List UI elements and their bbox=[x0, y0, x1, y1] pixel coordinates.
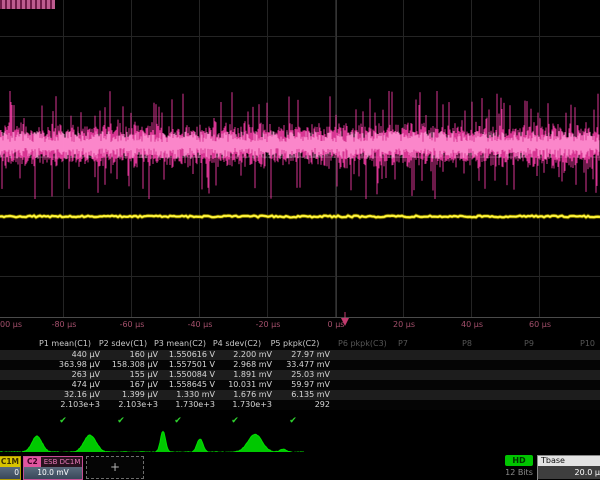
measurement-table-header: P1 mean(C1)P2 sdev(C1)P3 mean(C2)P4 sdev… bbox=[0, 338, 600, 349]
measure-cell: 25.03 mV bbox=[260, 370, 330, 379]
c2-coupling-tag: ESB DC1M bbox=[41, 458, 81, 466]
channel-c1-descriptor[interactable]: C1M 0 mV bbox=[0, 456, 21, 480]
measure-header-dim-8[interactable]: P8 bbox=[462, 339, 472, 348]
measurement-status-row: ✔ ✔ ✔ ✔ ✔ bbox=[0, 414, 600, 426]
measure-cell: 27.97 mV bbox=[260, 350, 330, 359]
measure-row: 32.16 µV1.399 µV1.330 mV1.676 mV6.135 mV bbox=[0, 390, 600, 400]
c1-volts-per-div: 0 mV bbox=[0, 467, 20, 479]
timebase-descriptor[interactable]: Tbase 20.0 µ bbox=[537, 455, 600, 480]
channel-c2-descriptor[interactable]: C2 ESB DC1M 10.0 mV bbox=[23, 456, 83, 480]
hd-bits-label: 12 Bits bbox=[502, 468, 536, 477]
c2-label: C2 bbox=[24, 457, 41, 467]
status-check-icon: ✔ bbox=[231, 416, 239, 426]
measure-cell: 292 bbox=[260, 400, 330, 409]
timebase-value: 20.0 µ bbox=[538, 466, 600, 479]
c1-coupling-tag: C1M bbox=[0, 457, 20, 467]
plus-icon: + bbox=[110, 460, 120, 474]
add-trace-button[interactable]: + bbox=[86, 456, 144, 479]
measure-header-dim-6[interactable]: P6 pkpk(C3) bbox=[338, 339, 387, 348]
c2-volts-per-div: 10.0 mV bbox=[24, 467, 82, 479]
measure-header-dim-10[interactable]: P10 bbox=[580, 339, 595, 348]
measure-header-5[interactable]: P5 pkpk(C2) bbox=[260, 339, 330, 348]
measure-cell: 59.97 mV bbox=[260, 380, 330, 389]
measure-row: 474 µV167 µV1.558645 V10.031 mV59.97 mV bbox=[0, 380, 600, 390]
status-check-icon: ✔ bbox=[174, 416, 182, 426]
status-check-icon: ✔ bbox=[289, 416, 297, 426]
timebase-title: Tbase bbox=[538, 456, 600, 466]
measure-row: 2.103e+32.103e+31.730e+31.730e+3292 bbox=[0, 400, 600, 410]
oscilloscope-screen: 00 µs-80 µs-60 µs-40 µs-20 µs0 µs20 µs40… bbox=[0, 0, 600, 480]
measure-cell: 33.477 mV bbox=[260, 360, 330, 369]
measure-cell: 6.135 mV bbox=[260, 390, 330, 399]
measure-row: 263 µV155 µV1.550084 V1.891 mV25.03 mV bbox=[0, 370, 600, 380]
measure-header-dim-9[interactable]: P9 bbox=[524, 339, 534, 348]
status-check-icon: ✔ bbox=[59, 416, 67, 426]
status-check-icon: ✔ bbox=[117, 416, 125, 426]
hd-mode-badge[interactable]: HD bbox=[505, 455, 533, 466]
measure-header-dim-7[interactable]: P7 bbox=[398, 339, 408, 348]
measure-row: 440 µV160 µV1.550616 V2.200 mV27.97 mV bbox=[0, 350, 600, 360]
measure-row: 363.98 µV158.308 µV1.557501 V2.968 mV33.… bbox=[0, 360, 600, 370]
